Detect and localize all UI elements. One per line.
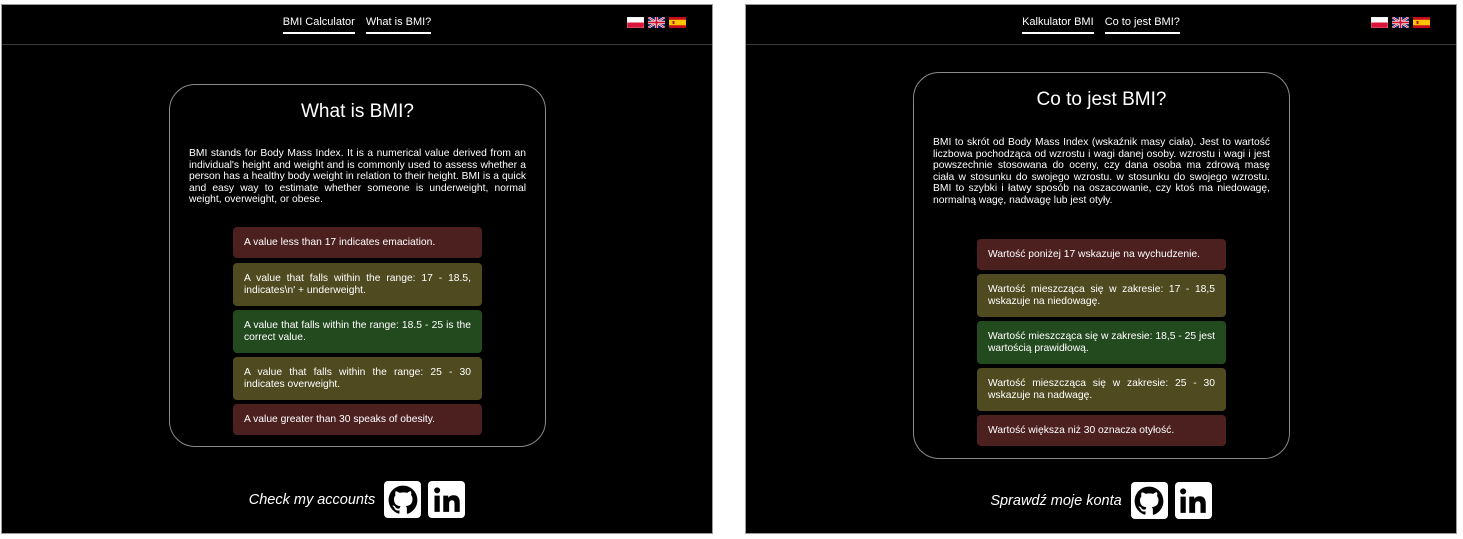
range-underweight: Wartość mieszcząca się w zakresie: 17 - … bbox=[977, 274, 1226, 317]
range-obesity: A value greater than 30 speaks of obesit… bbox=[233, 404, 482, 435]
language-switcher bbox=[1371, 17, 1430, 28]
footer-text: Sprawdź moje konta bbox=[990, 492, 1122, 509]
linkedin-icon bbox=[1180, 487, 1206, 513]
range-emaciation: Wartość poniżej 17 wskazuje na wychudzen… bbox=[977, 239, 1226, 270]
linkedin-link[interactable] bbox=[428, 481, 466, 518]
polish-page: Kalkulator BMI Co to jest BMI? Co to jes… bbox=[745, 4, 1457, 534]
bmi-info-card: Co to jest BMI? BMI to skrót od Body Mas… bbox=[913, 72, 1290, 459]
range-overweight: Wartość mieszcząca się w zakresie: 25 - … bbox=[977, 368, 1226, 411]
range-emaciation: A value less than 17 indicates emaciatio… bbox=[233, 227, 482, 258]
range-normal: Wartość mieszcząca się w zakresie: 18,5 … bbox=[977, 321, 1226, 364]
nav-bmi-calculator[interactable]: Kalkulator BMI bbox=[1022, 16, 1094, 34]
github-link[interactable] bbox=[1130, 482, 1168, 519]
github-link[interactable] bbox=[384, 481, 422, 518]
linkedin-link[interactable] bbox=[1174, 482, 1212, 519]
footer-accounts: Check my accounts bbox=[2, 481, 712, 518]
range-obesity: Wartość większa niż 30 oznacza otyłość. bbox=[977, 415, 1226, 446]
poland-flag-icon[interactable] bbox=[627, 17, 644, 28]
top-navigation: Kalkulator BMI Co to jest BMI? bbox=[746, 5, 1456, 45]
github-icon bbox=[388, 485, 418, 514]
footer-accounts: Sprawdź moje konta bbox=[746, 482, 1456, 519]
spain-flag-icon[interactable] bbox=[1413, 17, 1430, 28]
uk-flag-icon[interactable] bbox=[648, 17, 665, 28]
footer-text: Check my accounts bbox=[248, 491, 376, 508]
nav-what-is-bmi[interactable]: Co to jest BMI? bbox=[1104, 16, 1180, 34]
bmi-description: BMI to skrót od Body Mass Index (wskaźni… bbox=[933, 137, 1270, 206]
language-switcher bbox=[627, 17, 686, 28]
english-page: BMI Calculator What is BMI? What is BMI?… bbox=[1, 4, 713, 534]
bmi-info-card: What is BMI? BMI stands for Body Mass In… bbox=[169, 84, 546, 447]
card-title: What is BMI? bbox=[301, 101, 414, 122]
range-overweight: A value that falls within the range: 25 … bbox=[233, 357, 482, 400]
uk-flag-icon[interactable] bbox=[1392, 17, 1409, 28]
range-normal: A value that falls within the range: 18.… bbox=[233, 310, 482, 353]
spain-flag-icon[interactable] bbox=[669, 17, 686, 28]
linkedin-icon bbox=[433, 486, 460, 512]
github-icon bbox=[1134, 486, 1164, 515]
card-title: Co to jest BMI? bbox=[1036, 89, 1167, 110]
top-navigation: BMI Calculator What is BMI? bbox=[2, 5, 712, 45]
nav-links: Kalkulator BMI Co to jest BMI? bbox=[746, 16, 1456, 34]
range-underweight: A value that falls within the range: 17 … bbox=[233, 263, 482, 306]
poland-flag-icon[interactable] bbox=[1371, 17, 1388, 28]
bmi-description: BMI stands for Body Mass Index. It is a … bbox=[189, 148, 526, 205]
nav-what-is-bmi[interactable]: What is BMI? bbox=[365, 16, 432, 34]
nav-links: BMI Calculator What is BMI? bbox=[2, 16, 712, 34]
nav-bmi-calculator[interactable]: BMI Calculator bbox=[282, 16, 355, 34]
